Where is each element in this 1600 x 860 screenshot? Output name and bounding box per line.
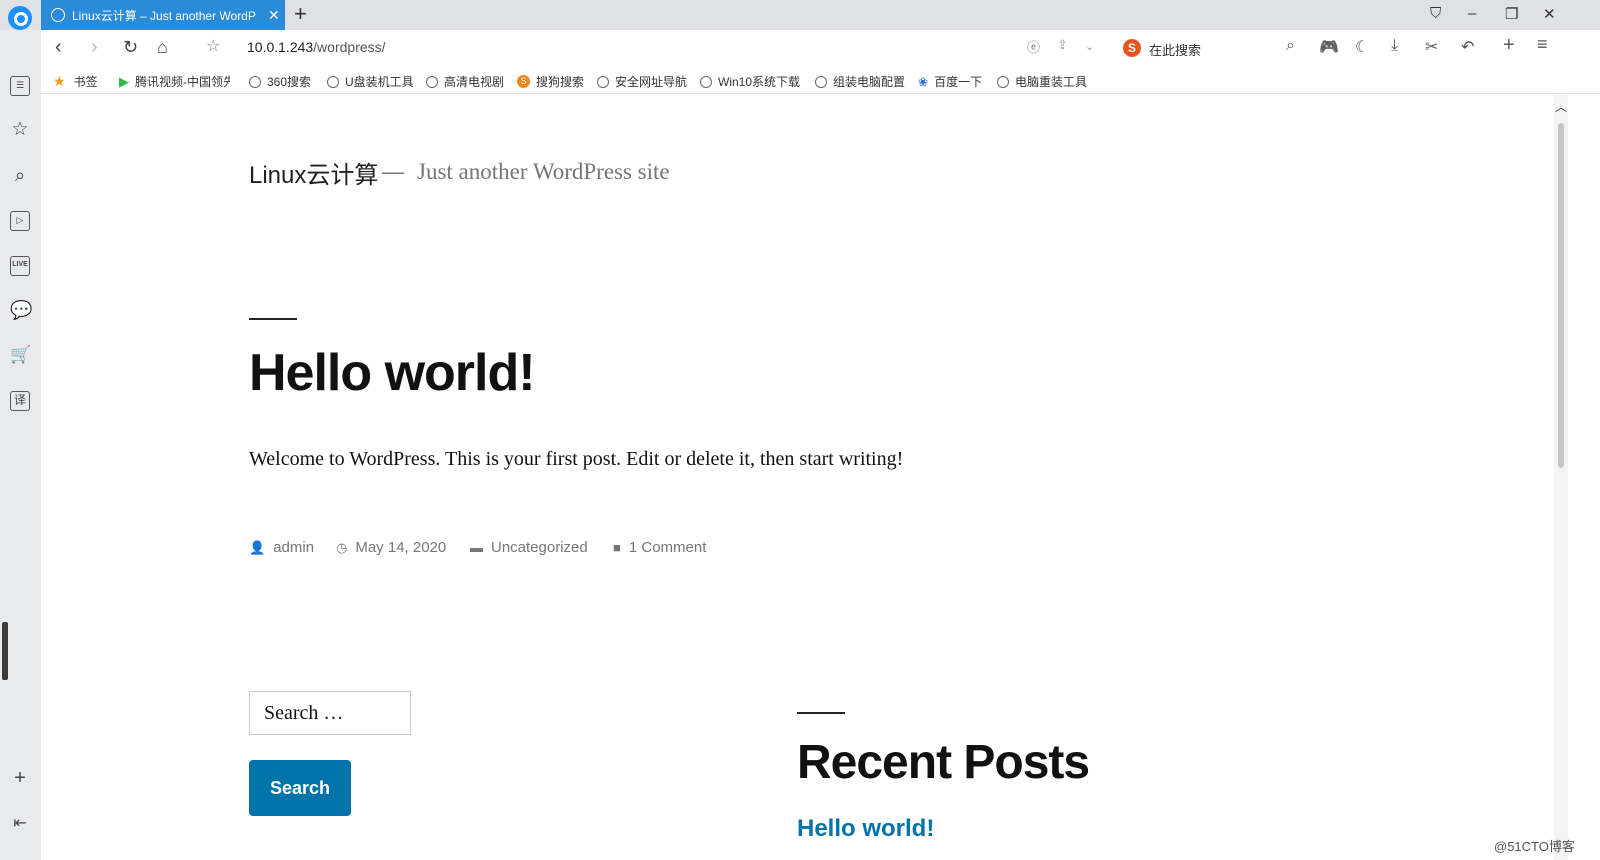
chevron-down-icon[interactable]: ⌄ bbox=[1085, 40, 1094, 53]
bookmark-item[interactable]: U盘装机工具 bbox=[327, 73, 414, 90]
home-icon[interactable]: ⌂ bbox=[157, 36, 168, 58]
sidebar-search-icon[interactable]: ⌕ bbox=[10, 165, 30, 185]
cart-icon[interactable]: 🛒 bbox=[10, 345, 31, 365]
bookmark-item[interactable]: ★ 书签 bbox=[53, 73, 98, 90]
bookmark-item[interactable]: S 搜狗搜索 bbox=[517, 73, 584, 90]
search-box[interactable]: 在此搜索 bbox=[1149, 40, 1201, 59]
bookmarks-bar: ★ 书签 ▶ 腾讯视频-中国领先 360搜索 U盘装机工具 高清电视剧 S 搜狗搜索 … bbox=[41, 66, 1600, 94]
page-scrollbar[interactable]: ︿ bbox=[1554, 95, 1568, 860]
scroll-thumb[interactable] bbox=[1558, 123, 1564, 468]
share-icon[interactable]: ⇪ bbox=[1057, 37, 1068, 53]
sidebar-handle[interactable] bbox=[2, 622, 8, 680]
download-icon[interactable]: ⤓ bbox=[1391, 37, 1398, 55]
game-icon[interactable]: 🎮 bbox=[1319, 37, 1339, 57]
folder-icon: ▬ bbox=[470, 540, 483, 555]
globe-icon bbox=[597, 75, 609, 88]
bookmark-item[interactable]: ▶ 腾讯视频-中国领先 bbox=[119, 73, 230, 90]
screenshot-icon[interactable]: ✂ bbox=[1425, 37, 1438, 57]
restore-icon[interactable]: ❐ bbox=[1505, 5, 1518, 23]
bookmark-star-icon[interactable]: ☆ bbox=[206, 36, 220, 58]
recent-post-link[interactable]: Hello world! bbox=[797, 815, 934, 843]
globe-icon bbox=[51, 8, 65, 22]
bookmark-item[interactable]: 组装电脑配置 bbox=[815, 73, 905, 90]
translate-icon[interactable]: 译 bbox=[10, 391, 30, 411]
url-field[interactable]: 10.0.1.243/wordpress/ bbox=[247, 39, 386, 55]
add-icon[interactable]: + bbox=[1503, 34, 1515, 57]
web-page: Linux云计算 — Just another WordPress site H… bbox=[41, 95, 1554, 860]
skin-icon[interactable]: ⛉ bbox=[1430, 5, 1441, 22]
forward-icon[interactable]: › bbox=[91, 36, 98, 58]
browser-sidebar: ☰ ☆ ⌕ ▷ LIVE 💬 🛒 译 + ⇤ bbox=[0, 30, 41, 860]
bookmark-item[interactable]: 安全网址导航 bbox=[597, 73, 687, 90]
reload-icon[interactable]: ↻ bbox=[123, 36, 138, 58]
search-icon[interactable]: ⌕ bbox=[1286, 37, 1295, 55]
site-title-separator: — bbox=[382, 159, 404, 184]
recent-posts-title: Recent Posts bbox=[797, 736, 1090, 789]
live-icon[interactable]: LIVE bbox=[10, 256, 30, 276]
globe-icon bbox=[426, 75, 438, 88]
close-tab-icon[interactable]: ✕ bbox=[268, 7, 280, 24]
globe-icon bbox=[815, 75, 827, 88]
bookmark-item[interactable]: ❀ 百度一下 bbox=[918, 73, 982, 90]
undo-icon[interactable]: ↶ bbox=[1461, 37, 1474, 57]
back-icon[interactable]: ‹ bbox=[55, 36, 62, 58]
address-bar: ‹ › ↻ ⌂ ☆ 10.0.1.243/wordpress/ ⓔ ⇪ ⌄ S … bbox=[41, 30, 1600, 66]
chat-icon[interactable]: 💬 bbox=[10, 300, 32, 320]
collapse-sidebar-icon[interactable]: ⇤ bbox=[10, 814, 30, 834]
browser-logo-icon[interactable] bbox=[8, 6, 32, 30]
url-host: 10.0.1.243 bbox=[247, 39, 314, 55]
close-window-icon[interactable]: ✕ bbox=[1543, 5, 1556, 23]
clock-icon: ◷ bbox=[336, 539, 348, 555]
minimize-icon[interactable]: – bbox=[1468, 5, 1476, 22]
post-author[interactable]: 👤 admin bbox=[249, 539, 314, 556]
post-title[interactable]: Hello world! bbox=[249, 343, 536, 403]
site-description: Just another WordPress site bbox=[417, 159, 670, 184]
sidebar-add-icon[interactable]: + bbox=[10, 768, 30, 788]
post-date[interactable]: ◷ May 14, 2020 bbox=[336, 539, 446, 556]
paw-icon: ❀ bbox=[918, 74, 929, 89]
author-icon: 👤 bbox=[249, 539, 266, 555]
search-engine-icon[interactable]: S bbox=[1123, 39, 1141, 57]
bookmark-item[interactable]: 360搜索 bbox=[249, 73, 311, 90]
url-path: /wordpress/ bbox=[313, 39, 386, 55]
sogou-icon: S bbox=[517, 75, 530, 88]
bookmark-item[interactable]: 电脑重装工具 bbox=[997, 73, 1087, 90]
video-icon[interactable]: ▷ bbox=[10, 211, 30, 231]
bookmark-item[interactable]: Win10系统下载 bbox=[700, 73, 800, 90]
right-margin bbox=[1568, 95, 1600, 860]
globe-icon bbox=[327, 75, 339, 88]
watermark: @51CTO博客 bbox=[1494, 839, 1575, 854]
globe-icon bbox=[997, 75, 1009, 88]
widget-divider bbox=[797, 712, 845, 714]
site-title[interactable]: Linux云计算 bbox=[249, 155, 378, 190]
globe-icon bbox=[700, 75, 712, 88]
menu-icon[interactable]: ≡ bbox=[1537, 34, 1548, 55]
bookmark-item[interactable]: 高清电视剧 bbox=[426, 73, 504, 90]
post-category[interactable]: ▬ Uncategorized bbox=[470, 539, 588, 556]
tab-bar: Linux云计算 – Just another WordP ✕ + ⛉ – ❐ … bbox=[0, 0, 1600, 30]
globe-icon bbox=[249, 75, 261, 88]
news-icon[interactable]: ☰ bbox=[10, 76, 30, 96]
scroll-up-icon[interactable]: ︿ bbox=[1555, 98, 1567, 115]
ie-mode-icon[interactable]: ⓔ bbox=[1027, 37, 1040, 56]
post-divider bbox=[249, 318, 297, 320]
play-icon: ▶ bbox=[119, 73, 129, 89]
post-body: Welcome to WordPress. This is your first… bbox=[249, 448, 904, 470]
star-icon: ★ bbox=[53, 73, 66, 89]
new-tab-button[interactable]: + bbox=[294, 3, 307, 25]
favorites-star-icon[interactable]: ☆ bbox=[10, 120, 30, 140]
active-tab[interactable]: Linux云计算 – Just another WordP ✕ bbox=[41, 0, 285, 30]
post-comments[interactable]: ■ 1 Comment bbox=[613, 539, 706, 556]
search-input[interactable]: Search … bbox=[249, 691, 411, 735]
search-button[interactable]: Search bbox=[249, 760, 351, 816]
night-mode-icon[interactable]: ☾ bbox=[1355, 37, 1369, 57]
tab-title: Linux云计算 – Just another WordP bbox=[72, 8, 256, 23]
comment-icon: ■ bbox=[613, 540, 621, 555]
